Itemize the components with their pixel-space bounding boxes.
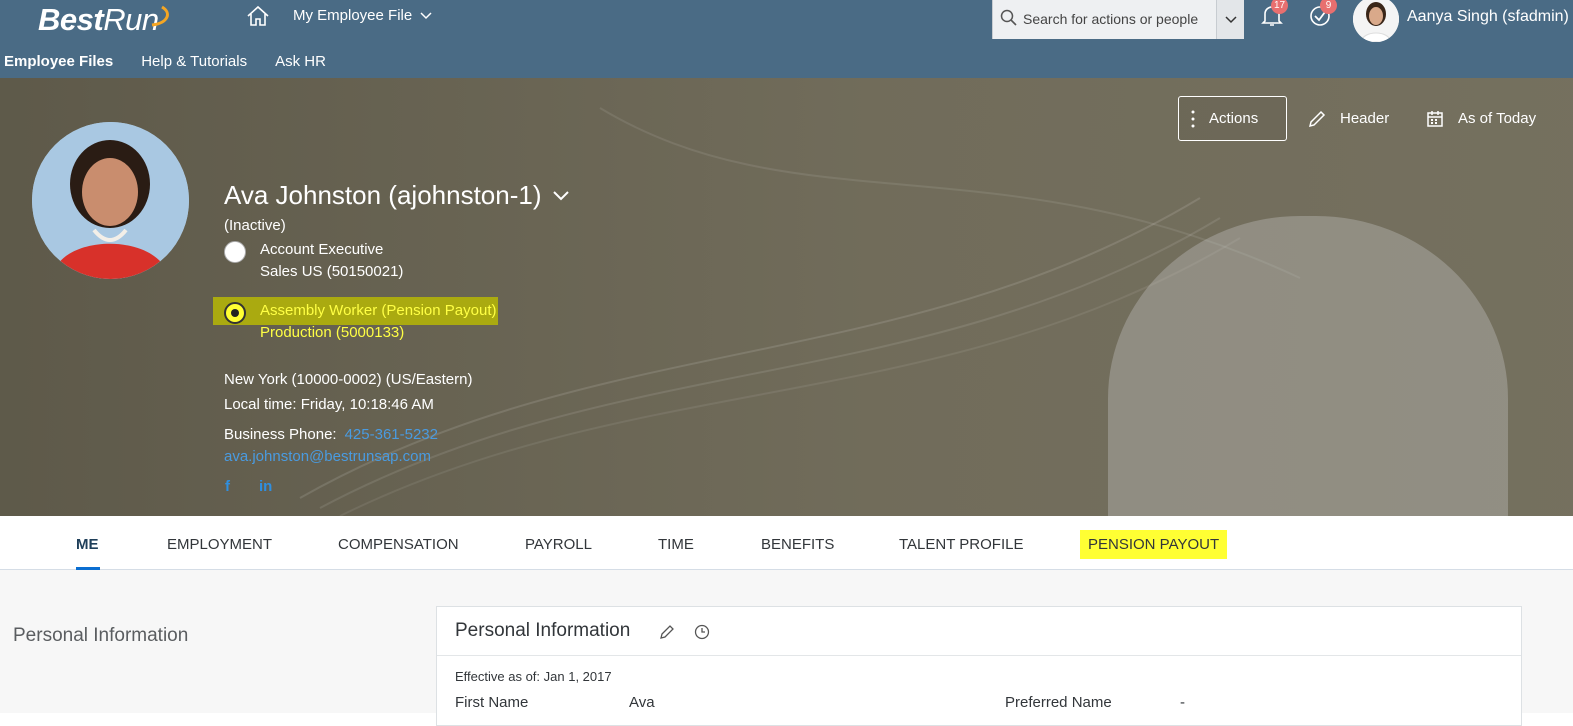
email-link[interactable]: ava.johnston@bestrunsap.com [224,448,431,465]
notification-count-badge: 17 [1271,0,1289,14]
chevron-down-icon [1224,15,1237,23]
card-header: Personal Information [437,607,1521,656]
chevron-down-icon [420,11,432,19]
phone-label: Business Phone: [224,426,337,443]
pencil-icon [1308,110,1326,127]
home-icon[interactable] [246,5,270,27]
employee-local-time: Local time: Friday, 10:18:46 AM [224,396,434,413]
todo-count-badge: 9 [1320,0,1337,14]
tab-compensation[interactable]: COMPENSATION [338,536,459,553]
effective-date: Effective as of: Jan 1, 2017 [455,669,612,684]
job-radio-assembly-worker[interactable] [224,302,246,324]
app-menu-label: My Employee File [293,7,413,24]
subnav-help-tutorials[interactable]: Help & Tutorials [141,53,247,70]
pencil-icon[interactable] [659,624,675,640]
search-scope-dropdown[interactable] [1216,0,1244,39]
job1-department: Sales US (50150021) [260,263,404,280]
more-vertical-icon [1191,110,1195,127]
user-avatar[interactable] [1353,0,1399,42]
business-phone-row: Business Phone: 425-361-5232 [224,426,438,443]
radio-selected-dot [231,309,239,317]
shell-bar: BestRun My Employee File 17 9 Aanya Sing… [0,0,1573,78]
header-edit-button[interactable]: Header [1308,96,1389,141]
employee-location: New York (10000-0002) (US/Eastern) [224,371,473,388]
calendar-icon [1427,110,1443,127]
search-box [992,0,1244,39]
bestrun-logo[interactable]: BestRun [38,0,169,40]
employee-status: (Inactive) [224,217,286,234]
search-input[interactable] [1023,8,1209,30]
tab-me[interactable]: ME [76,536,99,553]
sub-navigation: Employee Files Help & Tutorials Ask HR [4,53,326,70]
job-radio-account-executive[interactable] [224,241,246,263]
first-name-value: Ava [629,694,655,711]
subnav-ask-hr[interactable]: Ask HR [275,53,326,70]
user-name[interactable]: Aanya Singh (sfadmin) [1407,8,1569,26]
employee-name: Ava Johnston (ajohnston-1) [224,180,542,210]
employee-file-tabs: ME EMPLOYMENT COMPENSATION PAYROLL TIME … [0,516,1573,570]
facebook-icon[interactable]: f [225,478,230,495]
user-avatar-image [1353,0,1399,42]
app-menu-dropdown[interactable]: My Employee File [293,7,432,24]
actions-button[interactable]: Actions [1178,96,1287,141]
tab-payroll[interactable]: PAYROLL [525,536,592,553]
tab-benefits[interactable]: BENEFITS [761,536,834,553]
section-nav-title: Personal Information [13,625,189,646]
employee-name-selector[interactable]: Ava Johnston (ajohnston-1) [224,180,570,211]
employee-photo-image [32,122,189,279]
job2-department: Production (5000133) [260,324,405,341]
search-icon [1000,9,1017,26]
preferred-name-value: - [1180,694,1185,711]
linkedin-icon[interactable]: in [259,478,272,495]
phone-link[interactable]: 425-361-5232 [345,426,438,443]
tab-time[interactable]: TIME [658,536,694,553]
employee-photo [32,122,189,279]
job1-title: Account Executive [260,241,384,258]
chevron-down-icon [552,190,569,200]
history-clock-icon[interactable] [694,624,710,640]
tab-employment[interactable]: EMPLOYMENT [167,536,272,553]
personal-information-card: Personal Information Effective as of: Ja… [436,606,1522,726]
as-of-today-button[interactable]: As of Today [1426,96,1536,141]
subnav-employee-files[interactable]: Employee Files [4,53,113,70]
job2-title: Assembly Worker (Pension Payout) [260,302,497,319]
logo-swoosh-icon [151,5,169,27]
header-label: Header [1340,110,1390,127]
logo-text: BestRun [38,2,159,37]
as-of-today-label: As of Today [1458,110,1537,127]
preferred-name-label: Preferred Name [1005,694,1112,711]
tab-talent-profile[interactable]: TALENT PROFILE [899,536,1023,553]
actions-label: Actions [1209,110,1259,127]
card-title: Personal Information [455,620,631,641]
tab-pension-payout[interactable]: PENSION PAYOUT [1080,530,1228,559]
first-name-label: First Name [455,694,529,711]
